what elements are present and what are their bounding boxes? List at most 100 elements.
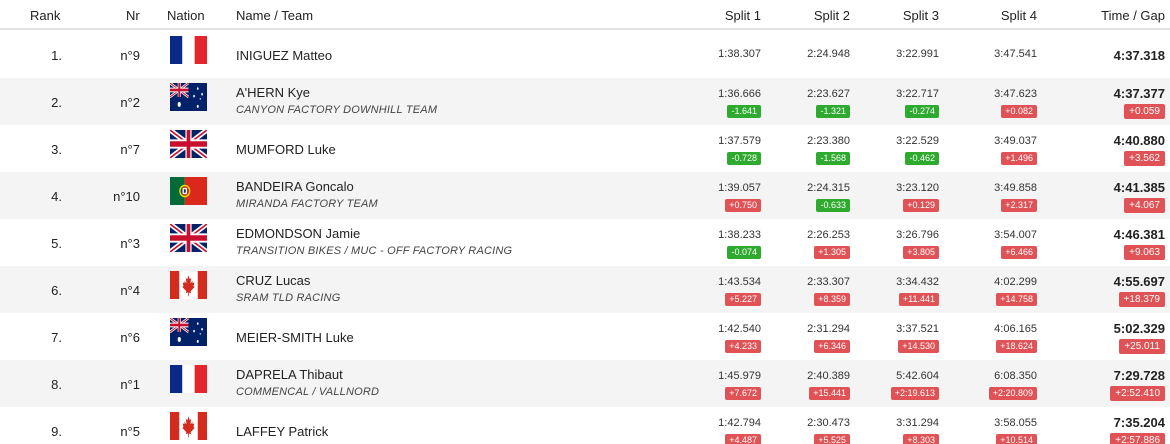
table-row[interactable]: 5. n°3 EDMONDSON Jamie TRANSITION BIKES / … bbox=[0, 219, 1170, 266]
split-1-diff-badge: +4.233 bbox=[725, 340, 761, 353]
split-2-diff-badge: -0.633 bbox=[816, 199, 850, 212]
canada-flag-icon bbox=[170, 271, 207, 299]
split-2-time: 2:30.473 bbox=[807, 417, 850, 429]
total-time: 4:41.385 bbox=[1113, 180, 1165, 195]
rank: 5. bbox=[51, 236, 62, 251]
split-4-time: 3:47.623 bbox=[994, 88, 1037, 100]
split-4-time: 3:49.037 bbox=[994, 135, 1037, 147]
split-2-time: 2:31.294 bbox=[807, 323, 850, 335]
nation-flag bbox=[170, 83, 207, 111]
split-2-time: 2:26.253 bbox=[807, 229, 850, 241]
split-3-diff-badge: +8.303 bbox=[903, 434, 939, 444]
gap-badge: +3.562 bbox=[1124, 151, 1165, 166]
table-row[interactable]: 1. n°9 INIGUEZ Matteo 1:38.307 2:24.948 3:22… bbox=[0, 31, 1170, 78]
rider-name[interactable]: A'HERN Kye bbox=[236, 85, 310, 100]
split-4-time: 4:06.165 bbox=[994, 323, 1037, 335]
split-2-time: 2:23.627 bbox=[807, 88, 850, 100]
split-4-diff-badge: +18.624 bbox=[996, 340, 1037, 353]
table-row[interactable]: 4. n°10 BANDEIRA Goncalo MIRANDA FACTORY T… bbox=[0, 172, 1170, 219]
bib-number: n°4 bbox=[120, 283, 140, 298]
gap-badge: +4.067 bbox=[1124, 198, 1165, 213]
total-time: 5:02.329 bbox=[1113, 321, 1165, 336]
split-2-diff-badge: +15.441 bbox=[809, 387, 850, 400]
split-1-diff-badge: +0.750 bbox=[725, 199, 761, 212]
nation-flag bbox=[170, 318, 207, 346]
rank: 7. bbox=[51, 330, 62, 345]
header-nation[interactable]: Nation bbox=[167, 8, 205, 23]
france-flag-icon bbox=[170, 36, 207, 64]
header-rank[interactable]: Rank bbox=[30, 8, 60, 23]
france-flag-icon bbox=[170, 365, 207, 393]
header-split-4[interactable]: Split 4 bbox=[1001, 8, 1037, 23]
team-name[interactable]: CANYON FACTORY DOWNHILL TEAM bbox=[236, 104, 437, 116]
split-1-diff-badge: -1.641 bbox=[727, 105, 761, 118]
split-3-time: 5:42.604 bbox=[896, 370, 939, 382]
split-1-time: 1:38.233 bbox=[718, 229, 761, 241]
split-1-diff-badge: +4.487 bbox=[725, 434, 761, 444]
portugal-flag-icon bbox=[170, 177, 207, 205]
rank: 3. bbox=[51, 142, 62, 157]
team-name[interactable]: COMMENCAL / VALLNORD bbox=[236, 386, 379, 398]
total-time: 4:37.377 bbox=[1113, 86, 1165, 101]
split-4-time: 3:54.007 bbox=[994, 229, 1037, 241]
split-4-time: 3:58.055 bbox=[994, 417, 1037, 429]
nation-flag bbox=[170, 224, 207, 252]
rider-name[interactable]: MUMFORD Luke bbox=[236, 142, 336, 157]
rider-name[interactable]: CRUZ Lucas bbox=[236, 273, 310, 288]
split-3-diff-badge: +0.129 bbox=[903, 199, 939, 212]
rider-name[interactable]: EDMONDSON Jamie bbox=[236, 226, 360, 241]
total-time: 4:46.381 bbox=[1113, 227, 1165, 242]
rider-name[interactable]: DAPRELA Thibaut bbox=[236, 367, 343, 382]
rider-name[interactable]: INIGUEZ Matteo bbox=[236, 48, 332, 63]
gap-badge: +9.063 bbox=[1124, 245, 1165, 260]
team-name[interactable]: SRAM TLD RACING bbox=[236, 292, 340, 304]
bib-number: n°9 bbox=[120, 48, 140, 63]
header-split-3[interactable]: Split 3 bbox=[903, 8, 939, 23]
split-3-diff-badge: +11.441 bbox=[898, 293, 939, 306]
split-2-diff-badge: +5.525 bbox=[814, 434, 850, 444]
results-table: Rank Nr Nation Name / Team Split 1 Split… bbox=[0, 0, 1170, 444]
header-nr[interactable]: Nr bbox=[126, 8, 140, 23]
team-name[interactable]: TRANSITION BIKES / MUC - OFF FACTORY RAC… bbox=[236, 245, 512, 257]
table-row[interactable]: 9. n°5 LAFFEY Patrick 1:42.794 +4.487 2:30.4… bbox=[0, 407, 1170, 444]
team-name[interactable]: MIRANDA FACTORY TEAM bbox=[236, 198, 378, 210]
rider-name[interactable]: BANDEIRA Goncalo bbox=[236, 179, 354, 194]
split-3-time: 3:31.294 bbox=[896, 417, 939, 429]
gap-badge: +25.011 bbox=[1119, 339, 1165, 354]
uk-flag-icon bbox=[170, 224, 207, 252]
split-1-time: 1:38.307 bbox=[718, 48, 761, 60]
nation-flag bbox=[170, 271, 207, 299]
bib-number: n°10 bbox=[113, 189, 140, 204]
table-row[interactable]: 6. n°4 CRUZ Lucas SRAM TLD RACING 1:43.534 +… bbox=[0, 266, 1170, 313]
nation-flag bbox=[170, 365, 207, 393]
gap-badge: +2:57.886 bbox=[1110, 433, 1165, 444]
table-row[interactable]: 8. n°1 DAPRELA Thibaut COMMENCAL / VALLNOR… bbox=[0, 360, 1170, 407]
split-4-diff-badge: +10.514 bbox=[996, 434, 1037, 444]
table-row[interactable]: 7. n°6 MEIER-SMITH Luke 1:42.540 +4.233 2:31… bbox=[0, 313, 1170, 360]
header-split-1[interactable]: Split 1 bbox=[725, 8, 761, 23]
header-time-gap[interactable]: Time / Gap bbox=[1101, 8, 1165, 23]
split-2-time: 2:24.948 bbox=[807, 48, 850, 60]
rank: 8. bbox=[51, 377, 62, 392]
split-3-time: 3:23.120 bbox=[896, 182, 939, 194]
rider-name[interactable]: MEIER-SMITH Luke bbox=[236, 330, 354, 345]
rank: 6. bbox=[51, 283, 62, 298]
bib-number: n°1 bbox=[120, 377, 140, 392]
split-1-diff-badge: +5.227 bbox=[725, 293, 761, 306]
split-3-time: 3:22.717 bbox=[896, 88, 939, 100]
header-name-team[interactable]: Name / Team bbox=[236, 8, 313, 23]
header-split-2[interactable]: Split 2 bbox=[814, 8, 850, 23]
split-1-time: 1:42.540 bbox=[718, 323, 761, 335]
bib-number: n°2 bbox=[120, 95, 140, 110]
split-3-time: 3:22.529 bbox=[896, 135, 939, 147]
split-2-diff-badge: +6.346 bbox=[814, 340, 850, 353]
table-row[interactable]: 2. n°2 A'HERN Kye CANYON FACTORY DOWNHILL … bbox=[0, 78, 1170, 125]
table-row[interactable]: 3. n°7 MUMFORD Luke 1:37.579 -0.728 2:23.380… bbox=[0, 125, 1170, 172]
split-4-diff-badge: +6.466 bbox=[1001, 246, 1037, 259]
split-2-diff-badge: +1.305 bbox=[814, 246, 850, 259]
uk-flag-icon bbox=[170, 130, 207, 158]
gap-badge: +18.379 bbox=[1118, 292, 1165, 307]
rider-name[interactable]: LAFFEY Patrick bbox=[236, 424, 328, 439]
table-header: Rank Nr Nation Name / Team Split 1 Split… bbox=[0, 0, 1170, 30]
split-4-time: 4:02.299 bbox=[994, 276, 1037, 288]
